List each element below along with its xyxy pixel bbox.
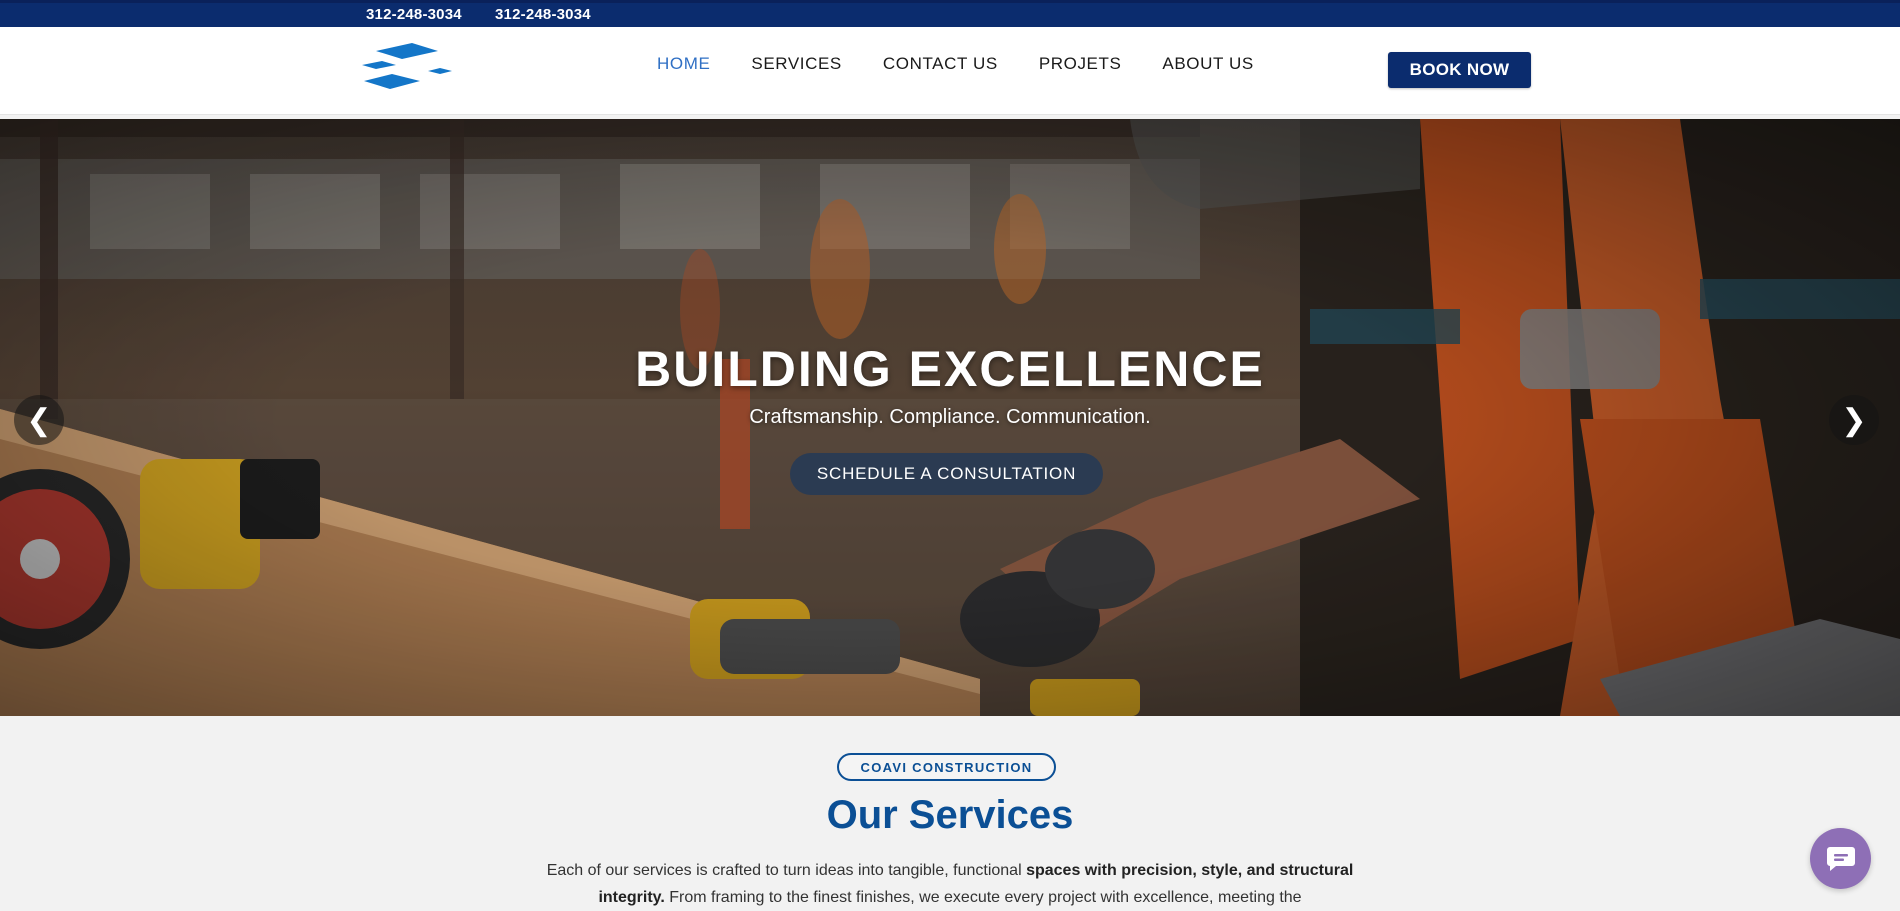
schedule-consultation-button[interactable]: SCHEDULE A CONSULTATION bbox=[790, 453, 1103, 495]
chat-widget-button[interactable] bbox=[1810, 828, 1871, 889]
nav-services[interactable]: SERVICES bbox=[751, 54, 841, 74]
nav-projets[interactable]: PROJETS bbox=[1039, 54, 1122, 74]
logo[interactable] bbox=[360, 41, 460, 97]
slider-next-button[interactable]: ❯ bbox=[1829, 395, 1879, 445]
nav-contact-us[interactable]: CONTACT US bbox=[883, 54, 998, 74]
description-text: Each of our services is crafted to turn … bbox=[546, 862, 1027, 879]
slider-prev-button[interactable]: ❮ bbox=[14, 395, 64, 445]
hero-title: BUILDING EXCELLENCE bbox=[635, 341, 1265, 397]
chat-bubble-icon bbox=[1826, 846, 1855, 871]
hero-subtitle: Craftsmanship. Compliance. Communication… bbox=[749, 406, 1151, 428]
chevron-left-icon: ❮ bbox=[26, 403, 52, 437]
diamond-tiles-logo-icon bbox=[362, 43, 452, 89]
phone-number[interactable]: 312-248-3034 bbox=[366, 6, 462, 23]
book-now-button[interactable]: BOOK NOW bbox=[1388, 52, 1531, 88]
chevron-right-icon: ❯ bbox=[1841, 403, 1867, 437]
main-nav: HOME SERVICES CONTACT US PROJETS ABOUT U… bbox=[657, 54, 1295, 74]
hero-slider: BUILDING EXCELLENCE Craftsmanship. Compl… bbox=[0, 119, 1900, 716]
section-title: Our Services bbox=[826, 793, 1074, 837]
nav-home[interactable]: HOME bbox=[657, 54, 710, 74]
nav-about-us[interactable]: ABOUT US bbox=[1162, 54, 1253, 74]
top-contact-bar: 312-248-3034 312-248-3034 bbox=[0, 0, 1900, 27]
description-text-cont: From framing to the finest finishes, we … bbox=[664, 889, 1302, 906]
site-header: HOME SERVICES CONTACT US PROJETS ABOUT U… bbox=[0, 27, 1900, 115]
phone-number-secondary[interactable]: 312-248-3034 bbox=[495, 6, 591, 23]
section-badge: COAVI CONSTRUCTION bbox=[837, 753, 1056, 781]
section-description: Each of our services is crafted to turn … bbox=[540, 857, 1360, 911]
